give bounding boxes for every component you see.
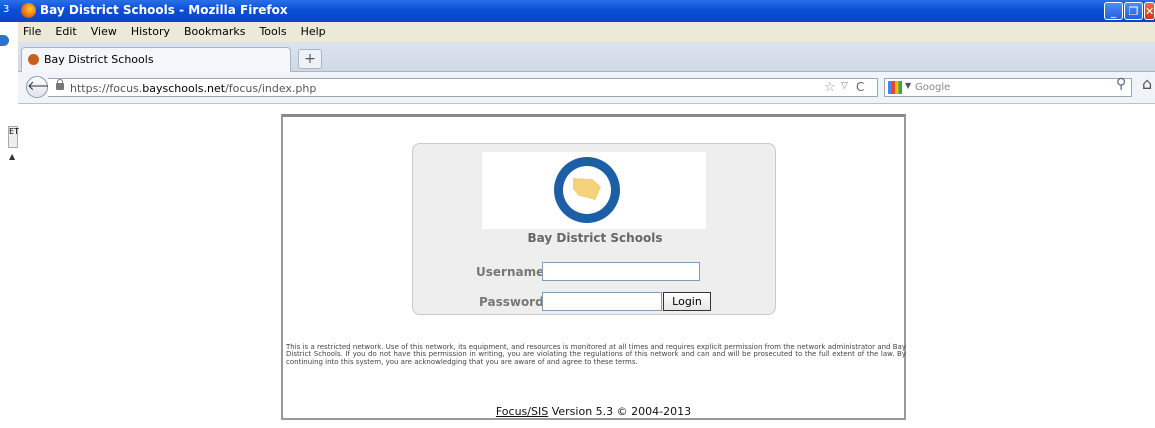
- left-edge-strip: [0, 22, 18, 428]
- disclaimer-text: This is a restricted network. Use of thi…: [286, 343, 906, 366]
- focus-sis-link[interactable]: Focus/SIS: [496, 405, 548, 418]
- menu-bookmarks[interactable]: Bookmarks: [184, 25, 245, 38]
- username-label: Username: [476, 265, 545, 279]
- menu-history[interactable]: History: [131, 25, 170, 38]
- bookmark-star-icon[interactable]: ☆: [824, 80, 836, 95]
- search-bar[interactable]: ▼ Google: [884, 78, 1132, 97]
- menu-tools[interactable]: Tools: [259, 25, 286, 38]
- navigation-bar: 🡐 https://focus.bayschools.net/focus/ind…: [18, 72, 1155, 104]
- password-label: Password: [479, 295, 544, 309]
- new-tab-button[interactable]: +: [298, 49, 322, 69]
- history-dropdown-icon[interactable]: ▽: [841, 81, 848, 91]
- url-path: /focus/index.php: [225, 82, 317, 95]
- window-title-bar[interactable]: 3 Bay District Schools - Mozilla Firefox…: [0, 0, 1155, 22]
- sidebar-arrow-icon[interactable]: ▲: [9, 152, 15, 161]
- back-button[interactable]: 🡐: [26, 76, 62, 98]
- edge-number: 3: [3, 4, 10, 15]
- close-button[interactable]: ✕: [1144, 2, 1155, 20]
- footer-version-text: Version 5.3 © 2004-2013: [548, 405, 692, 418]
- address-bar[interactable]: https://focus.bayschools.net/focus/index…: [48, 78, 878, 97]
- reload-icon[interactable]: C: [856, 80, 864, 94]
- login-button[interactable]: Login: [663, 292, 711, 311]
- url-text: https://focus.bayschools.net/focus/index…: [70, 82, 316, 95]
- url-host: bayschools.net: [142, 82, 226, 95]
- username-input[interactable]: [542, 262, 700, 281]
- menu-file[interactable]: File: [23, 25, 41, 38]
- restore-button[interactable]: ❐: [1124, 2, 1143, 20]
- url-prefix: https://focus.: [70, 82, 143, 95]
- password-input[interactable]: [542, 292, 662, 311]
- login-page-frame: FLORIDA Bay District Schools Username Pa…: [281, 114, 906, 420]
- menu-bar: File Edit View History Bookmarks Tools Help: [18, 22, 1155, 42]
- google-icon[interactable]: [888, 81, 902, 94]
- tab-bar: Bay District Schools +: [18, 42, 1155, 72]
- window-title: Bay District Schools - Mozilla Firefox: [40, 3, 288, 17]
- footer: Focus/SIS Version 5.3 © 2004-2013: [283, 405, 904, 418]
- tab-bay-district-schools[interactable]: Bay District Schools: [21, 47, 291, 72]
- menu-help[interactable]: Help: [301, 25, 326, 38]
- search-engine-dropdown-icon[interactable]: ▼: [905, 81, 911, 90]
- seal-text: FLORIDA: [572, 203, 602, 210]
- menu-edit[interactable]: Edit: [55, 25, 76, 38]
- menu-view[interactable]: View: [91, 25, 117, 38]
- firefox-icon: [21, 3, 36, 18]
- tab-label: Bay District Schools: [44, 53, 154, 66]
- home-icon[interactable]: ⌂: [1142, 74, 1152, 93]
- search-icon[interactable]: ⚲: [1116, 76, 1126, 92]
- lock-icon: [56, 79, 64, 90]
- search-placeholder: Google: [915, 82, 951, 93]
- logo-area: FLORIDA: [482, 152, 706, 229]
- favicon-icon: [28, 54, 39, 65]
- login-box: FLORIDA Bay District Schools Username Pa…: [412, 143, 776, 315]
- organization-name: Bay District Schools: [527, 231, 663, 245]
- school-district-seal-logo: FLORIDA: [554, 157, 620, 223]
- seal-map-icon: [573, 178, 601, 200]
- minimize-button[interactable]: _: [1104, 2, 1123, 20]
- sidebar-tab[interactable]: ET: [8, 126, 19, 148]
